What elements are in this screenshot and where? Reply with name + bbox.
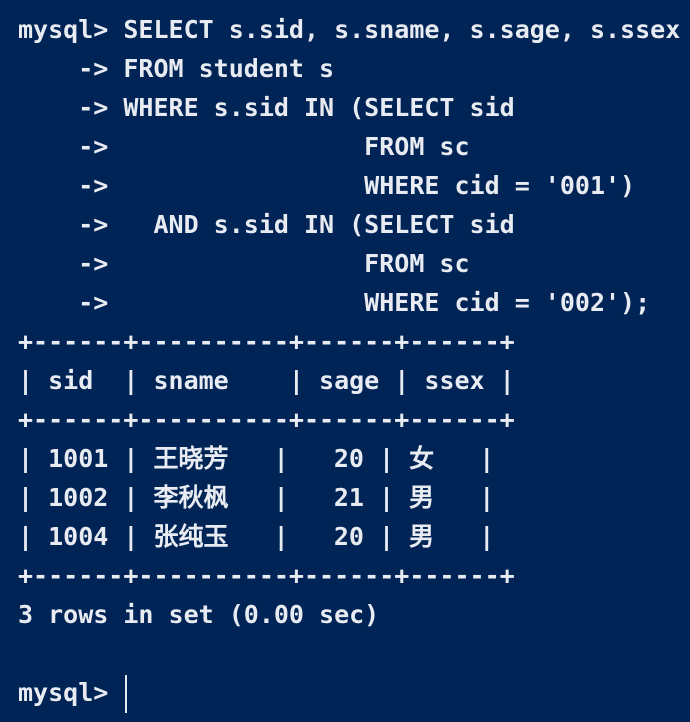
query-line-3: -> WHERE s.sid IN (SELECT sid [18, 93, 515, 122]
text-cursor [125, 675, 128, 713]
table-border-bottom: +------+----------+------+------+ [18, 561, 515, 590]
query-line-4: -> FROM sc [18, 132, 470, 161]
query-line-6: -> AND s.sid IN (SELECT sid [18, 210, 515, 239]
table-header-row: | sid | sname | sage | ssex | [18, 366, 515, 395]
table-row: | 1004 | 张纯玉 | 20 | 男 | [18, 522, 495, 551]
query-line-1: mysql> SELECT s.sid, s.sname, s.sage, s.… [18, 15, 681, 44]
query-line-8: -> WHERE cid = '002'); [18, 288, 651, 317]
query-line-7: -> FROM sc [18, 249, 470, 278]
input-prompt-line[interactable]: mysql> [18, 673, 690, 713]
table-border-top: +------+----------+------+------+ [18, 327, 515, 356]
result-summary: 3 rows in set (0.00 sec) [18, 600, 380, 629]
query-line-2: -> FROM student s [18, 54, 335, 83]
table-row: | 1002 | 李秋枫 | 21 | 男 | [18, 483, 495, 512]
table-border-header: +------+----------+------+------+ [18, 405, 515, 434]
prompt-text: mysql> [18, 678, 124, 707]
terminal-window[interactable]: mysql> SELECT s.sid, s.sname, s.sage, s.… [0, 0, 690, 722]
query-line-5: -> WHERE cid = '001') [18, 171, 636, 200]
table-row: | 1001 | 王晓芳 | 20 | 女 | [18, 444, 495, 473]
